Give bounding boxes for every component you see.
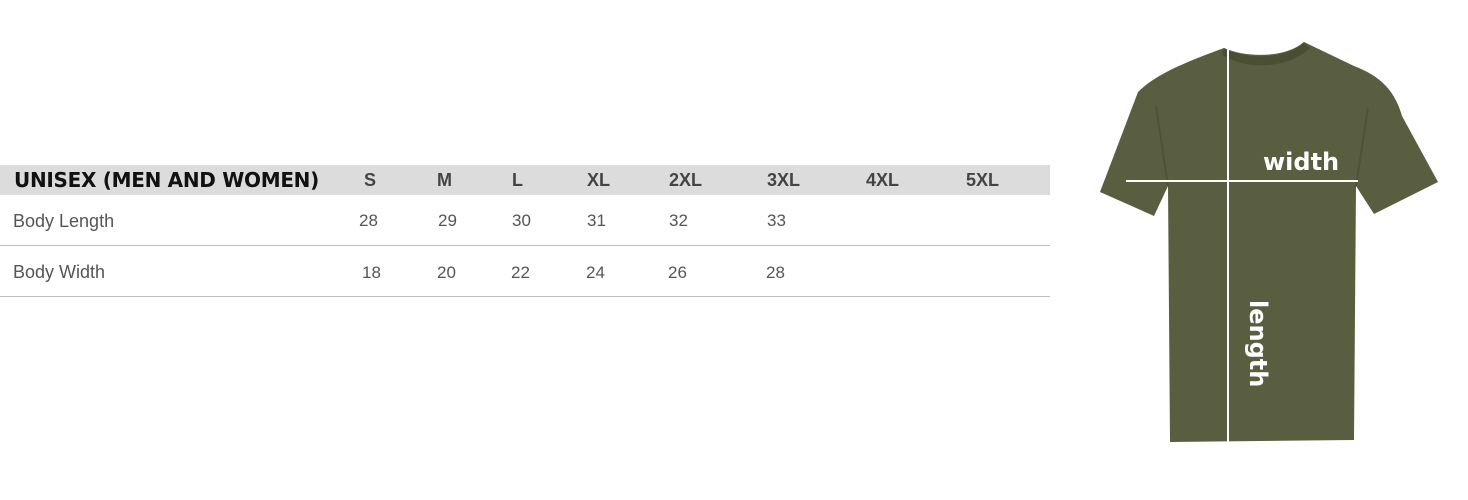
body-length-2xl: 32 xyxy=(669,211,688,230)
row-label-body-width: Body Width xyxy=(13,262,106,282)
size-header-4xl: 4XL xyxy=(866,170,900,190)
row-label-body-length: Body Length xyxy=(13,211,115,231)
size-header-l: L xyxy=(512,170,523,190)
body-length-3xl: 33 xyxy=(767,211,786,230)
body-width-m: 20 xyxy=(437,263,456,282)
size-header-2xl: 2XL xyxy=(669,170,703,190)
table-row-body-length: Body Length 28 29 30 31 32 33 xyxy=(0,195,1050,246)
size-header-5xl: 5XL xyxy=(966,170,1000,190)
table-title: UNISEX (MEN AND WOMEN) xyxy=(14,168,319,192)
tshirt-measurement-diagram: width length xyxy=(1096,36,1442,448)
table-header-row: UNISEX (MEN AND WOMEN) S M L XL 2XL 3XL … xyxy=(0,165,1050,195)
size-header-3xl: 3XL xyxy=(767,170,801,190)
body-length-xl: 31 xyxy=(587,211,606,230)
body-length-m: 29 xyxy=(438,211,457,230)
body-length-l: 30 xyxy=(512,211,531,230)
size-header-xl: XL xyxy=(587,170,611,190)
body-width-s: 18 xyxy=(362,263,381,282)
size-header-s: S xyxy=(364,170,377,190)
body-width-xl: 24 xyxy=(586,263,605,282)
body-width-2xl: 26 xyxy=(668,263,687,282)
body-width-3xl: 28 xyxy=(766,263,785,282)
size-chart-table: UNISEX (MEN AND WOMEN) S M L XL 2XL 3XL … xyxy=(0,165,1050,297)
table-row-body-width: Body Width 18 20 22 24 26 28 xyxy=(0,246,1050,297)
length-label: length xyxy=(1244,300,1272,388)
body-width-l: 22 xyxy=(511,263,530,282)
width-label: width xyxy=(1263,148,1340,176)
body-length-s: 28 xyxy=(359,211,378,230)
size-header-m: M xyxy=(437,170,452,190)
